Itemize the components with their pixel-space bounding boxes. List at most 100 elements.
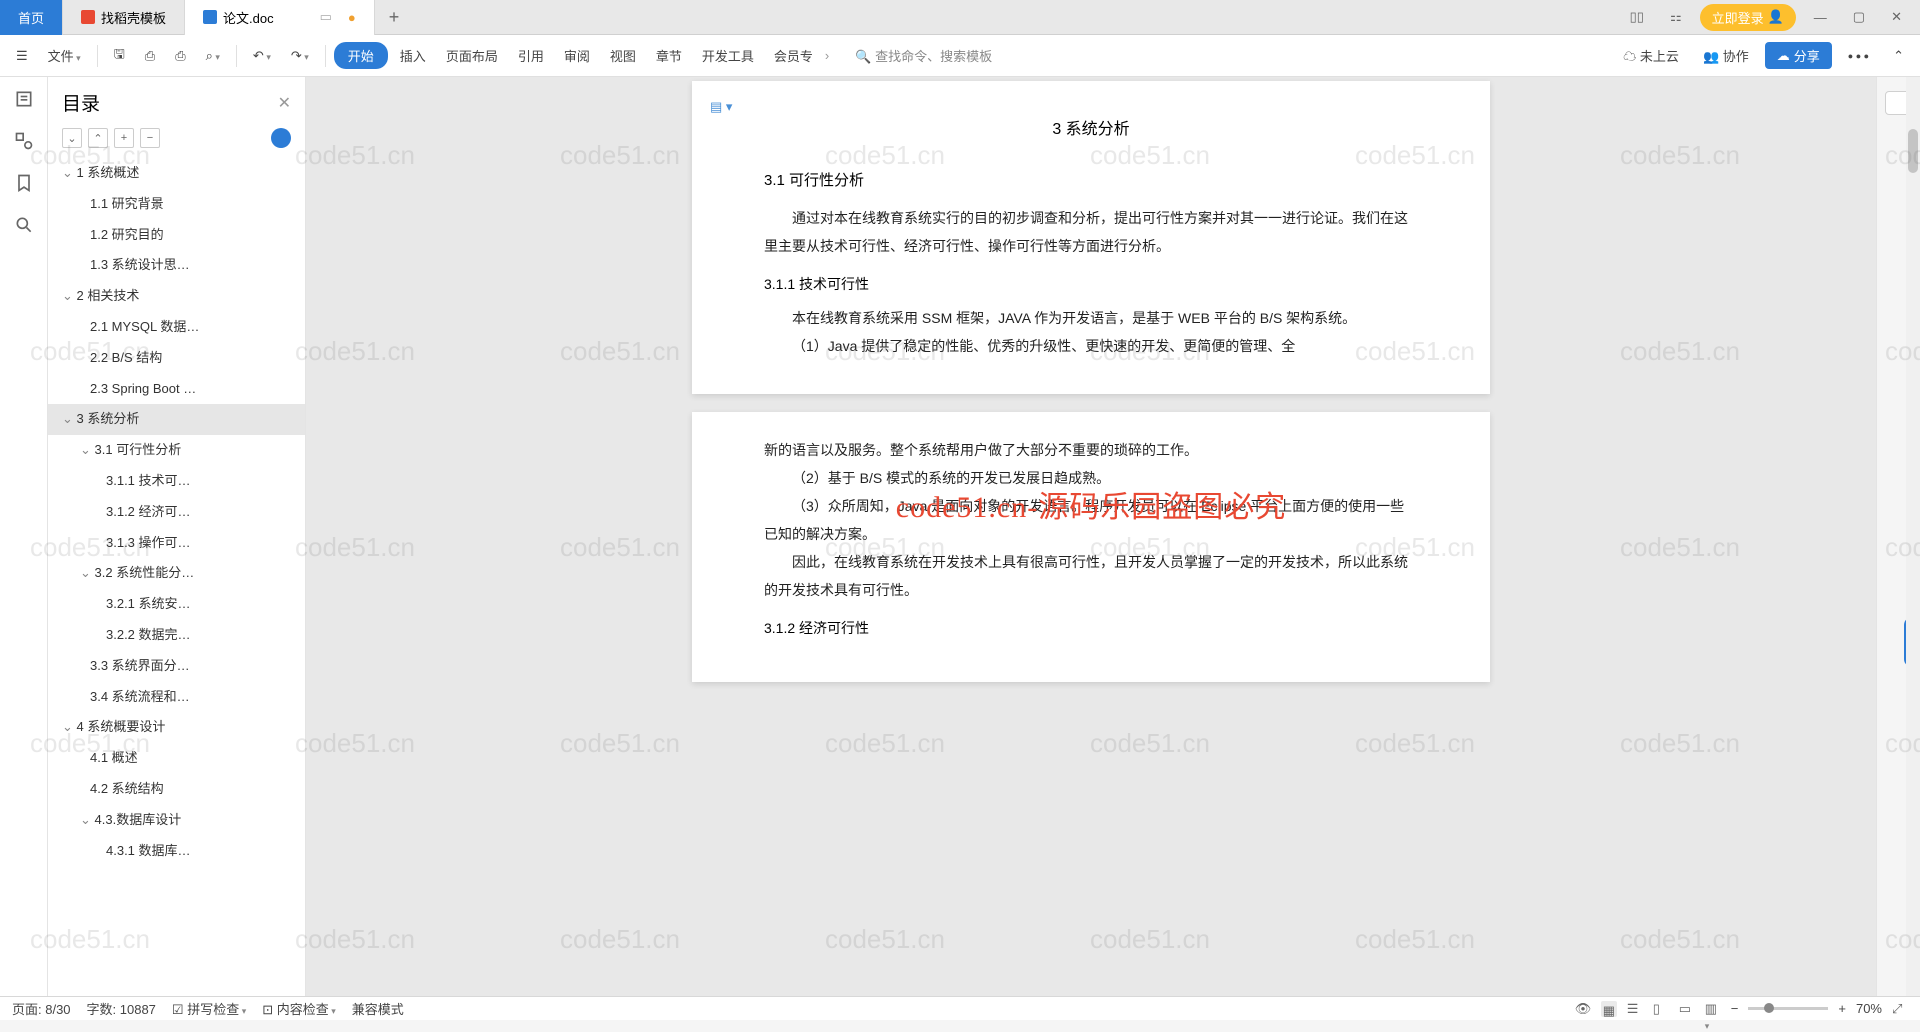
compat-mode[interactable]: 兼容模式: [352, 999, 404, 1018]
tab-member[interactable]: 会员专: [766, 42, 821, 69]
outline-item[interactable]: 1.1 研究背景: [48, 189, 305, 220]
cloud-status[interactable]: ☁ 未上云: [1615, 42, 1687, 69]
outline-item[interactable]: 3.2 系统性能分…: [48, 558, 305, 589]
content-check[interactable]: ⊡ 内容检查: [262, 999, 336, 1018]
chapter-heading: 3 系统分析: [764, 115, 1418, 139]
outline-item[interactable]: 2.3 Spring Boot …: [48, 374, 305, 405]
web-view-icon[interactable]: ▯: [1653, 1001, 1669, 1017]
page-options-icon[interactable]: ▤ ▾: [710, 99, 732, 115]
scroll-thumb[interactable]: [1908, 129, 1918, 173]
outline-item[interactable]: 3.1 可行性分析: [48, 435, 305, 466]
outline-item[interactable]: 2.1 MYSQL 数据…: [48, 312, 305, 343]
collab-button[interactable]: 👥 协作: [1695, 42, 1757, 69]
collapse-all-icon[interactable]: ⌄: [62, 128, 82, 148]
outline-item[interactable]: 3 系统分析: [48, 404, 305, 435]
outline-view-icon[interactable]: ☰: [1627, 1001, 1643, 1017]
file-menu[interactable]: 文件: [40, 42, 89, 69]
document-viewport[interactable]: ▤ ▾ 3 系统分析 3.1 可行性分析 通过对本在线教育系统实行的目的初步调查…: [306, 77, 1876, 996]
zoom-out-button[interactable]: −: [1731, 1001, 1739, 1016]
word-doc-icon: [203, 10, 217, 24]
page-indicator[interactable]: 页面: 8/30: [12, 999, 71, 1018]
outline-close-button[interactable]: ✕: [278, 93, 291, 113]
outline-item[interactable]: 3.1.3 操作可…: [48, 528, 305, 559]
tab-reference[interactable]: 引用: [510, 42, 552, 69]
more-icon[interactable]: ● ● ●: [1840, 47, 1877, 65]
word-count[interactable]: 字数: 10887: [87, 999, 156, 1018]
tab-review[interactable]: 审阅: [556, 42, 598, 69]
tab-chapter[interactable]: 章节: [648, 42, 690, 69]
tab-layout[interactable]: 页面布局: [438, 42, 506, 69]
outline-item[interactable]: 2.2 B/S 结构: [48, 343, 305, 374]
tab-template[interactable]: 找稻壳模板: [63, 0, 185, 35]
zoom-in-button[interactable]: +: [1838, 1001, 1846, 1016]
layout-icon[interactable]: ▯▯: [1622, 5, 1652, 29]
add-heading-icon[interactable]: +: [114, 128, 134, 148]
new-tab-button[interactable]: +: [375, 7, 414, 28]
outline-icon[interactable]: [14, 89, 34, 109]
preview-icon[interactable]: ⌕: [198, 44, 228, 68]
vertical-scrollbar[interactable]: [1906, 77, 1920, 996]
tab-bar: 首页 找稻壳模板 论文.doc▭● + ▯▯ ⚏ 立即登录👤 — ▢ ✕: [0, 0, 1920, 35]
outline-item[interactable]: 4.1 概述: [48, 743, 305, 774]
outline-item[interactable]: 4 系统概要设计: [48, 712, 305, 743]
body-text: 新的语言以及服务。整个系统帮用户做了大部分不重要的琐碎的工作。: [764, 436, 1418, 464]
outline-item[interactable]: 1.3 系统设计思…: [48, 250, 305, 281]
shapes-icon[interactable]: [14, 131, 34, 151]
menu-icon[interactable]: ☰: [8, 44, 36, 68]
eye-icon[interactable]: 👁: [1575, 1001, 1591, 1017]
search-icon[interactable]: [14, 215, 34, 235]
page-view-icon[interactable]: ▦: [1601, 1001, 1617, 1017]
redo-button[interactable]: ↷: [283, 44, 317, 68]
spellcheck-toggle[interactable]: ☑ 拼写检查: [172, 999, 246, 1018]
login-button[interactable]: 立即登录👤: [1700, 4, 1796, 31]
outline-item[interactable]: 3.4 系统流程和…: [48, 682, 305, 713]
outline-tree[interactable]: 1 系统概述1.1 研究背景1.2 研究目的1.3 系统设计思…2 相关技术2.…: [48, 158, 305, 996]
search-commands[interactable]: 🔍 查找命令、搜索模板: [847, 42, 1000, 69]
save-icon[interactable]: 🖫: [106, 41, 133, 71]
document-page: 新的语言以及服务。整个系统帮用户做了大部分不重要的琐碎的工作。 （2）基于 B/…: [692, 412, 1490, 682]
print-icon[interactable]: ⎙: [167, 44, 193, 68]
apps-icon[interactable]: ⚏: [1662, 5, 1690, 29]
zoom-level[interactable]: 70%: [1856, 1001, 1882, 1016]
remove-heading-icon[interactable]: −: [140, 128, 160, 148]
outline-item[interactable]: 3.2.1 系统安…: [48, 589, 305, 620]
outline-item[interactable]: 2 相关技术: [48, 281, 305, 312]
sync-icon[interactable]: [271, 128, 291, 148]
outline-item[interactable]: 1 系统概述: [48, 158, 305, 189]
outline-panel: 目录 ✕ ⌄ ⌃ + − 1 系统概述1.1 研究背景1.2 研究目的1.3 系…: [48, 77, 306, 996]
outline-item[interactable]: 4.2 系统结构: [48, 774, 305, 805]
screen-icon: ▭: [320, 9, 332, 25]
tab-devtools[interactable]: 开发工具: [694, 42, 762, 69]
outline-item[interactable]: 3.3 系统界面分…: [48, 651, 305, 682]
fit-icon[interactable]: ⤢: [1892, 1001, 1908, 1017]
collapse-ribbon-icon[interactable]: ⌃: [1885, 44, 1912, 68]
close-button[interactable]: ✕: [1883, 5, 1910, 29]
share-button[interactable]: ☁ 分享: [1765, 42, 1832, 69]
tab-start[interactable]: 开始: [334, 42, 388, 69]
tab-home[interactable]: 首页: [0, 0, 63, 35]
outline-item[interactable]: 1.2 研究目的: [48, 220, 305, 251]
outline-item[interactable]: 3.1.1 技术可…: [48, 466, 305, 497]
maximize-button[interactable]: ▢: [1845, 5, 1873, 29]
tab-view[interactable]: 视图: [602, 42, 644, 69]
chevron-right-icon[interactable]: ›: [825, 48, 829, 63]
body-text: 本在线教育系统采用 SSM 框架，JAVA 作为开发语言，是基于 WEB 平台的…: [764, 304, 1418, 332]
bookmark-icon[interactable]: [14, 173, 34, 193]
outline-item[interactable]: 3.1.2 经济可…: [48, 497, 305, 528]
minimize-button[interactable]: —: [1806, 6, 1835, 29]
undo-button[interactable]: ↶: [245, 44, 279, 68]
outline-item[interactable]: 3.2.2 数据完…: [48, 620, 305, 651]
subsection-heading: 3.1.2 经济可行性: [764, 618, 1418, 638]
outline-item[interactable]: 4.3.1 数据库…: [48, 836, 305, 867]
read-view-icon[interactable]: ▭: [1679, 1001, 1695, 1017]
outline-item[interactable]: 4.3.数据库设计: [48, 805, 305, 836]
expand-all-icon[interactable]: ⌃: [88, 128, 108, 148]
export-icon[interactable]: ⎙: [137, 44, 163, 68]
tab-document[interactable]: 论文.doc▭●: [185, 0, 375, 35]
zoom-slider[interactable]: [1748, 1007, 1828, 1010]
user-icon: 👤: [1768, 9, 1784, 25]
tab-insert[interactable]: 插入: [392, 42, 434, 69]
columns-icon[interactable]: ▥: [1705, 1001, 1721, 1017]
template-icon: [81, 10, 95, 24]
outline-title: 目录: [62, 89, 100, 116]
